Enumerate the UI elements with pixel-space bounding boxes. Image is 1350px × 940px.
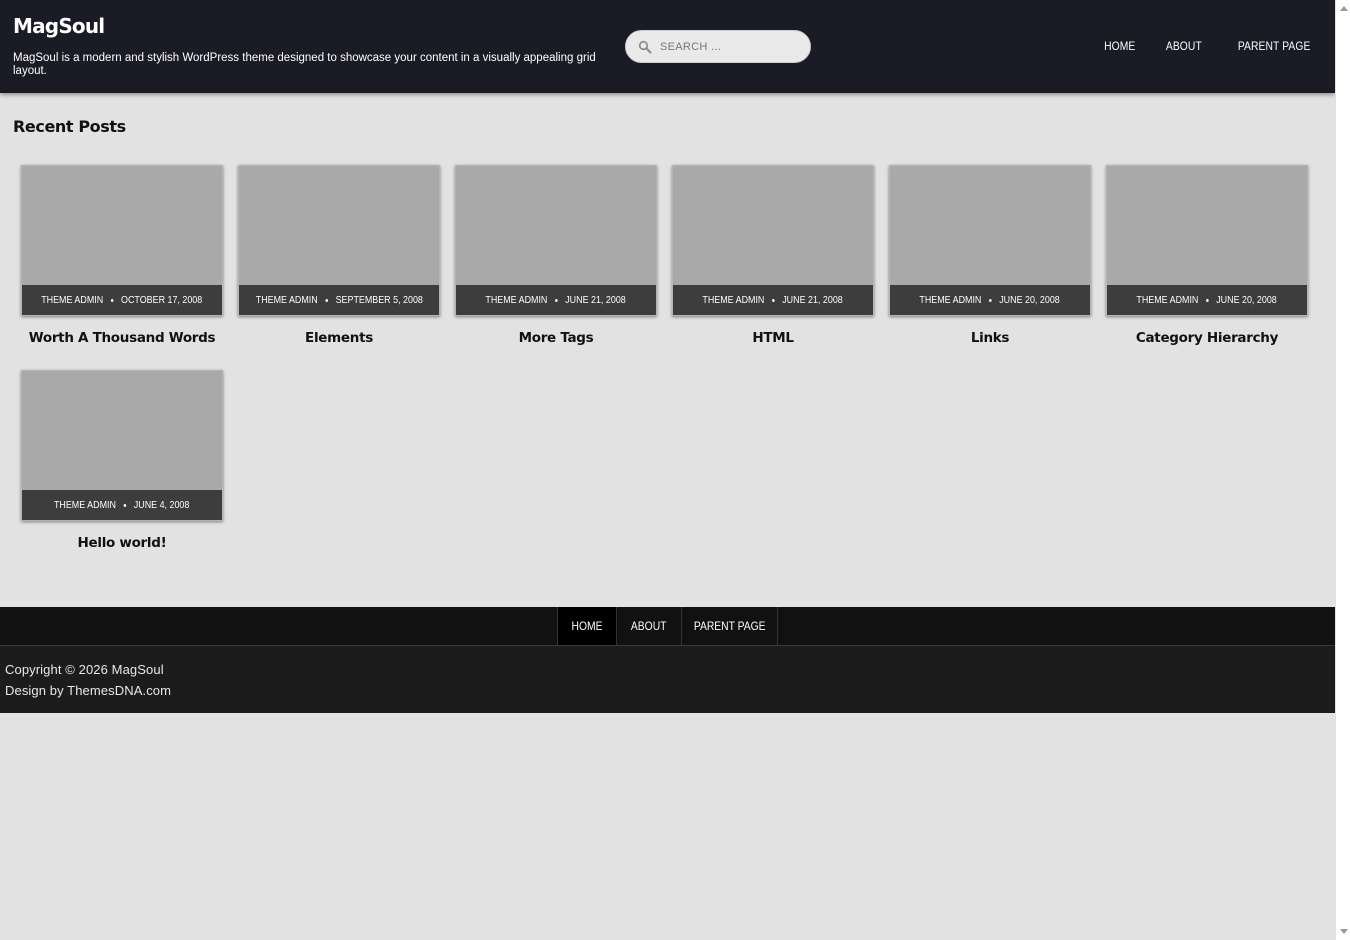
post-title[interactable]: Hello world!	[21, 535, 223, 551]
footer-nav-about[interactable]: ABOUT	[617, 607, 682, 645]
design-credit[interactable]: Design by ThemesDNA.com	[5, 683, 171, 698]
post-date: JUNE 4, 2008	[134, 499, 190, 511]
nav-home[interactable]: HOME	[1104, 39, 1135, 53]
post-card: THEME ADMIN OCTOBER 17, 2008 Worth A Tho…	[21, 165, 223, 346]
footer-nav-home[interactable]: HOME	[558, 607, 617, 645]
search-icon	[638, 40, 652, 54]
post-meta: THEME ADMIN JUNE 21, 2008	[456, 285, 656, 315]
post-date: OCTOBER 17, 2008	[121, 294, 203, 306]
post-thumbnail[interactable]: THEME ADMIN SEPTEMBER 5, 2008	[238, 165, 440, 316]
post-card: THEME ADMIN JUNE 21, 2008 HTML	[672, 165, 874, 346]
footer-nav: HOME ABOUT PARENT PAGE	[557, 607, 778, 645]
post-meta: THEME ADMIN JUNE 20, 2008	[1107, 285, 1307, 315]
footer-nav-about-label: ABOUT	[631, 619, 667, 633]
post-date: SEPTEMBER 5, 2008	[335, 294, 423, 306]
post-title[interactable]: HTML	[672, 330, 874, 346]
search-box[interactable]	[625, 30, 811, 63]
post-title[interactable]: Category Hierarchy	[1106, 330, 1308, 346]
site-title[interactable]: MagSoul	[13, 14, 105, 38]
post-title[interactable]: Elements	[238, 330, 440, 346]
footer-nav-bar: HOME ABOUT PARENT PAGE	[0, 607, 1335, 646]
meta-separator	[123, 503, 127, 507]
scroll-down-icon[interactable]	[1340, 929, 1348, 934]
post-card: THEME ADMIN JUNE 21, 2008 More Tags	[455, 165, 657, 346]
post-meta: THEME ADMIN JUNE 20, 2008	[890, 285, 1090, 315]
post-author[interactable]: THEME ADMIN	[486, 294, 548, 306]
post-date: JUNE 21, 2008	[565, 294, 627, 306]
nav-about[interactable]: ABOUT	[1166, 39, 1202, 53]
post-thumbnail[interactable]: THEME ADMIN OCTOBER 17, 2008	[21, 165, 223, 316]
post-author[interactable]: THEME ADMIN	[920, 294, 982, 306]
post-card: THEME ADMIN JUNE 20, 2008 Links	[889, 165, 1091, 346]
post-meta: THEME ADMIN OCTOBER 17, 2008	[22, 285, 222, 315]
post-title[interactable]: Links	[889, 330, 1091, 346]
nav-parent-page[interactable]: PARENT PAGE	[1237, 39, 1310, 53]
post-card: THEME ADMIN JUNE 4, 2008 Hello world!	[21, 370, 223, 551]
post-title[interactable]: Worth A Thousand Words	[21, 330, 223, 346]
footer-nav-parent-page[interactable]: PARENT PAGE	[682, 607, 778, 645]
post-author[interactable]: THEME ADMIN	[703, 294, 765, 306]
post-thumbnail[interactable]: THEME ADMIN JUNE 21, 2008	[455, 165, 657, 316]
meta-separator	[772, 298, 775, 302]
scroll-up-icon[interactable]	[1340, 6, 1348, 11]
meta-separator	[1206, 298, 1209, 302]
site-description: MagSoul is a modern and stylish WordPres…	[13, 52, 596, 77]
post-meta: THEME ADMIN SEPTEMBER 5, 2008	[239, 285, 439, 315]
primary-nav: HOME ABOUT PARENT PAGE	[1075, 39, 1310, 53]
post-author[interactable]: THEME ADMIN	[41, 294, 103, 306]
post-author[interactable]: THEME ADMIN	[54, 499, 116, 511]
post-thumbnail[interactable]: THEME ADMIN JUNE 4, 2008	[21, 370, 223, 521]
post-author[interactable]: THEME ADMIN	[1137, 294, 1199, 306]
meta-separator	[111, 298, 114, 302]
section-title: Recent Posts	[13, 117, 126, 136]
post-date: JUNE 21, 2008	[782, 294, 844, 306]
meta-separator	[555, 298, 558, 302]
copyright-text: Copyright © 2026 MagSoul	[5, 662, 164, 677]
vertical-scrollbar[interactable]	[1335, 0, 1350, 940]
meta-separator	[989, 298, 992, 302]
site-footer: Copyright © 2026 MagSoul Design by Theme…	[0, 646, 1335, 713]
footer-nav-home-label: HOME	[571, 619, 603, 633]
post-thumbnail[interactable]: THEME ADMIN JUNE 20, 2008	[1106, 165, 1308, 316]
meta-separator	[325, 298, 328, 302]
post-author[interactable]: THEME ADMIN	[255, 294, 317, 306]
site-header: MagSoul MagSoul is a modern and stylish …	[0, 0, 1335, 93]
footer-nav-parent-page-label: PARENT PAGE	[693, 619, 766, 633]
post-title[interactable]: More Tags	[455, 330, 657, 346]
post-meta: THEME ADMIN JUNE 21, 2008	[673, 285, 873, 315]
post-thumbnail[interactable]: THEME ADMIN JUNE 20, 2008	[889, 165, 1091, 316]
search-input[interactable]	[660, 37, 800, 57]
post-date: JUNE 20, 2008	[999, 294, 1061, 306]
post-meta: THEME ADMIN JUNE 4, 2008	[22, 490, 222, 520]
page: MagSoul MagSoul is a modern and stylish …	[0, 0, 1335, 940]
post-card: THEME ADMIN SEPTEMBER 5, 2008 Elements	[238, 165, 440, 346]
post-thumbnail[interactable]: THEME ADMIN JUNE 21, 2008	[672, 165, 874, 316]
post-card: THEME ADMIN JUNE 20, 2008 Category Hiera…	[1106, 165, 1308, 346]
post-date: JUNE 20, 2008	[1216, 294, 1278, 306]
